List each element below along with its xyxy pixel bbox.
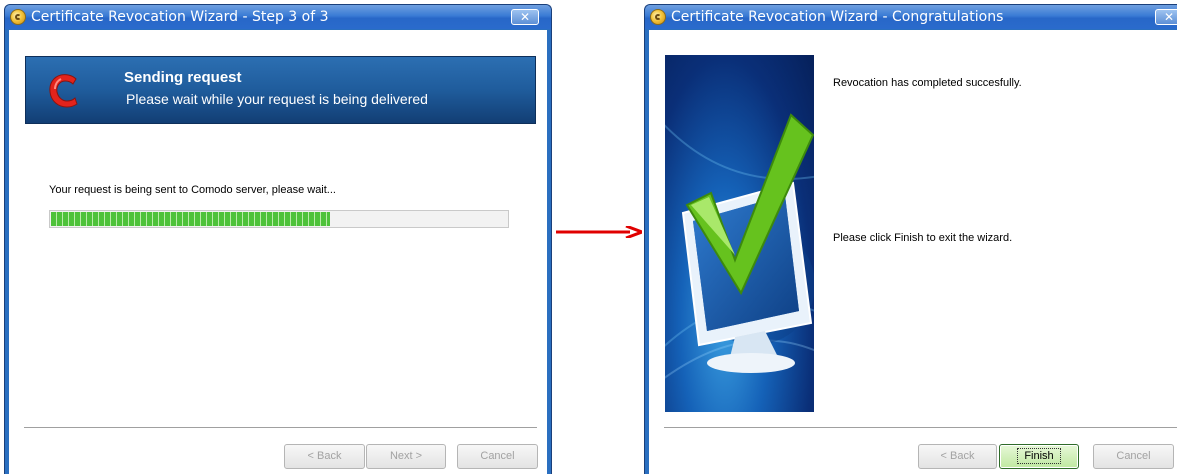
progress-fill: [51, 212, 331, 226]
window-client-area: Sending request Please wait while your r…: [9, 30, 547, 474]
wizard-window-step3: Certificate Revocation Wizard - Step 3 o…: [4, 4, 552, 474]
banner-title: Sending request: [124, 69, 242, 86]
close-icon[interactable]: ✕: [511, 9, 539, 25]
comodo-logo: [49, 74, 78, 108]
cancel-button[interactable]: Cancel: [457, 444, 538, 469]
title-bar[interactable]: Certificate Revocation Wizard - Congratu…: [645, 5, 1177, 29]
banner-subtitle: Please wait while your request is being …: [126, 91, 428, 107]
separator: [24, 427, 537, 429]
checkmark-monitor-image: [665, 55, 814, 412]
window-title: Certificate Revocation Wizard - Congratu…: [671, 9, 1004, 25]
finish-button-label: Finish: [1017, 448, 1061, 464]
header-banner: Sending request Please wait while your r…: [25, 56, 536, 124]
arrow-right-icon: [556, 226, 642, 238]
title-bar[interactable]: Certificate Revocation Wizard - Step 3 o…: [5, 5, 551, 29]
separator: [664, 427, 1177, 429]
back-button[interactable]: < Back: [918, 444, 997, 469]
wizard-window-congratulations: Certificate Revocation Wizard - Congratu…: [644, 4, 1177, 474]
status-message: Your request is being sent to Comodo ser…: [49, 184, 336, 196]
finish-button[interactable]: Finish: [999, 444, 1079, 469]
app-icon: [10, 9, 26, 25]
window-client-area: Revocation has completed succesfully. Pl…: [649, 30, 1177, 474]
completed-message: Revocation has completed succesfully.: [833, 77, 1022, 89]
finish-instruction: Please click Finish to exit the wizard.: [833, 232, 1013, 244]
progress-bar: [49, 210, 509, 228]
back-button[interactable]: < Back: [284, 444, 365, 469]
window-title: Certificate Revocation Wizard - Step 3 o…: [31, 9, 329, 25]
cancel-button[interactable]: Cancel: [1093, 444, 1174, 469]
app-icon: [650, 9, 666, 25]
close-icon[interactable]: ✕: [1155, 9, 1177, 25]
next-button[interactable]: Next >: [366, 444, 446, 469]
